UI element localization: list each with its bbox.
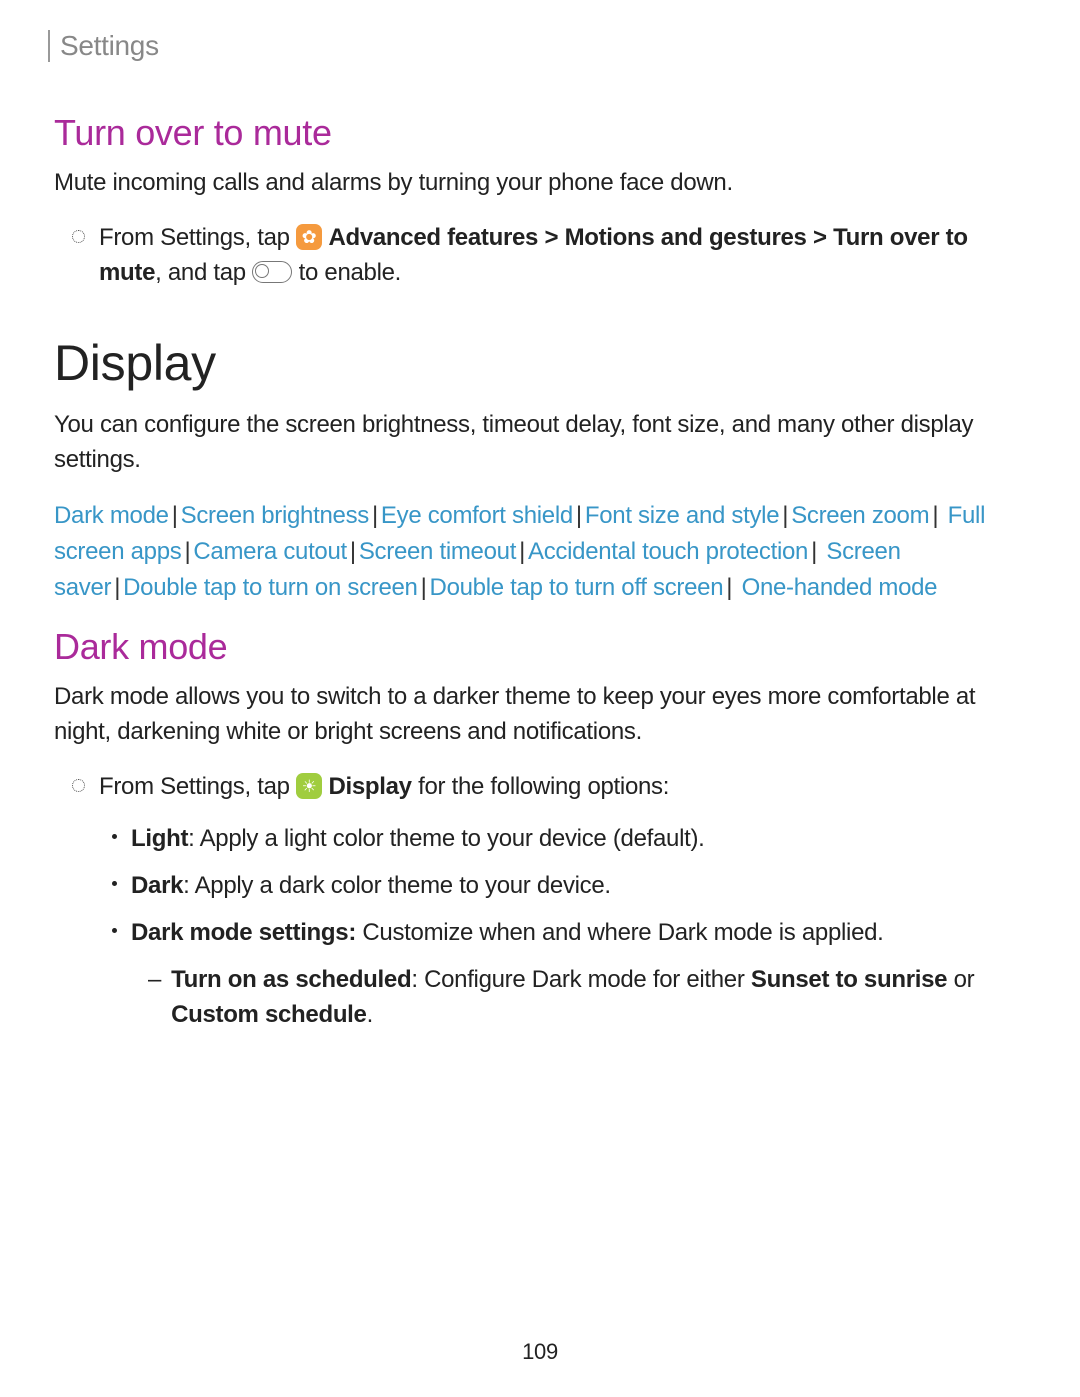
- link-separator: |: [519, 538, 525, 565]
- link-screen-zoom[interactable]: Screen zoom: [791, 502, 929, 529]
- option-text: Dark mode settings: Customize when and w…: [131, 916, 884, 951]
- dark-mode-description: Dark mode allows you to switch to a dark…: [54, 680, 1020, 750]
- heading-turn-over-to-mute: Turn over to mute: [54, 112, 1020, 154]
- option-dark-desc: : Apply a dark color theme to your devic…: [183, 872, 611, 899]
- option-turn-on-scheduled: – Turn on as scheduled: Configure Dark m…: [148, 963, 1020, 1033]
- display-description: You can configure the screen brightness,…: [54, 408, 1020, 478]
- dot-bullet-icon: [112, 928, 117, 933]
- link-separator: |: [421, 574, 427, 601]
- dark-mode-instruction: From Settings, tap ☀ Display for the fol…: [72, 770, 1020, 805]
- link-separator: |: [932, 502, 938, 529]
- heading-display: Display: [54, 334, 1020, 392]
- link-eye-comfort-shield[interactable]: Eye comfort shield: [381, 502, 573, 529]
- schedule-mid: : Configure Dark mode for either: [411, 966, 751, 993]
- option-dark: Dark: Apply a dark color theme to your d…: [112, 869, 1020, 904]
- instruction-suffix: for the following options:: [418, 773, 669, 800]
- dark-mode-schedule-list: – Turn on as scheduled: Configure Dark m…: [148, 963, 1020, 1033]
- instruction-text: From Settings, tap ✿ Advanced features >…: [99, 221, 1020, 291]
- schedule-text: Turn on as scheduled: Configure Dark mod…: [171, 963, 1020, 1033]
- link-separator: |: [350, 538, 356, 565]
- instruction-mid: , and tap: [155, 259, 246, 286]
- path-separator: >: [813, 224, 827, 251]
- option-settings-label: Dark mode settings:: [131, 919, 356, 946]
- display-icon: ☀: [296, 773, 322, 799]
- header-section: Settings: [48, 30, 1020, 62]
- toggle-switch-icon: [252, 261, 292, 283]
- period: .: [367, 1001, 373, 1028]
- turn-over-instruction: From Settings, tap ✿ Advanced features >…: [72, 221, 1020, 291]
- link-separator: |: [372, 502, 378, 529]
- instruction-suffix: to enable.: [299, 259, 401, 286]
- link-separator: |: [576, 502, 582, 529]
- dot-bullet-icon: [112, 834, 117, 839]
- option-light-desc: : Apply a light color theme to your devi…: [188, 825, 704, 852]
- option-settings-desc: Customize when and where Dark mode is ap…: [356, 919, 884, 946]
- option-dark-mode-settings: Dark mode settings: Customize when and w…: [112, 916, 1020, 951]
- breadcrumb-label: Settings: [60, 30, 159, 61]
- dash-bullet-icon: –: [148, 963, 161, 998]
- link-one-handed-mode[interactable]: One-handed mode: [742, 574, 938, 601]
- option-text: Dark: Apply a dark color theme to your d…: [131, 869, 611, 904]
- heading-dark-mode: Dark mode: [54, 626, 1020, 668]
- advanced-features-icon: ✿: [296, 224, 322, 250]
- option-light-label: Light: [131, 825, 188, 852]
- link-separator: |: [782, 502, 788, 529]
- page-number: 109: [0, 1339, 1080, 1365]
- option-text: Light: Apply a light color theme to your…: [131, 822, 705, 857]
- display-label: Display: [328, 773, 411, 800]
- toggle-knob: [255, 264, 269, 278]
- link-separator: |: [726, 574, 732, 601]
- display-links-block: Dark mode|Screen brightness|Eye comfort …: [54, 498, 1020, 606]
- instruction-text: From Settings, tap ☀ Display for the fol…: [99, 770, 669, 805]
- path-separator: >: [544, 224, 558, 251]
- link-screen-timeout[interactable]: Screen timeout: [359, 538, 516, 565]
- link-font-size-style[interactable]: Font size and style: [585, 502, 779, 529]
- link-accidental-touch[interactable]: Accidental touch protection: [528, 538, 808, 565]
- instruction-prefix: From Settings, tap: [99, 773, 290, 800]
- link-dark-mode[interactable]: Dark mode: [54, 502, 169, 529]
- link-double-tap-off[interactable]: Double tap to turn off screen: [430, 574, 724, 601]
- link-separator: |: [811, 538, 817, 565]
- link-separator: |: [184, 538, 190, 565]
- sunset-to-sunrise: Sunset to sunrise: [751, 966, 947, 993]
- option-light: Light: Apply a light color theme to your…: [112, 822, 1020, 857]
- dot-bullet-icon: [112, 881, 117, 886]
- instruction-prefix: From Settings, tap: [99, 224, 290, 251]
- link-separator: |: [114, 574, 120, 601]
- option-dark-label: Dark: [131, 872, 183, 899]
- link-double-tap-on[interactable]: Double tap to turn on screen: [123, 574, 417, 601]
- or-text: or: [947, 966, 974, 993]
- dotted-bullet-icon: [72, 779, 85, 792]
- gear-icon: ✿: [302, 228, 317, 246]
- brightness-icon: ☀: [302, 778, 317, 795]
- link-screen-brightness[interactable]: Screen brightness: [181, 502, 369, 529]
- dotted-bullet-icon: [72, 230, 85, 243]
- link-camera-cutout[interactable]: Camera cutout: [193, 538, 347, 565]
- schedule-label: Turn on as scheduled: [171, 966, 411, 993]
- custom-schedule: Custom schedule: [171, 1001, 367, 1028]
- dark-mode-options-list: Light: Apply a light color theme to your…: [112, 822, 1020, 950]
- turn-over-description: Mute incoming calls and alarms by turnin…: [54, 166, 1020, 201]
- path-advanced-features: Advanced features: [328, 224, 538, 251]
- link-separator: |: [172, 502, 178, 529]
- path-motions-gestures: Motions and gestures: [565, 224, 807, 251]
